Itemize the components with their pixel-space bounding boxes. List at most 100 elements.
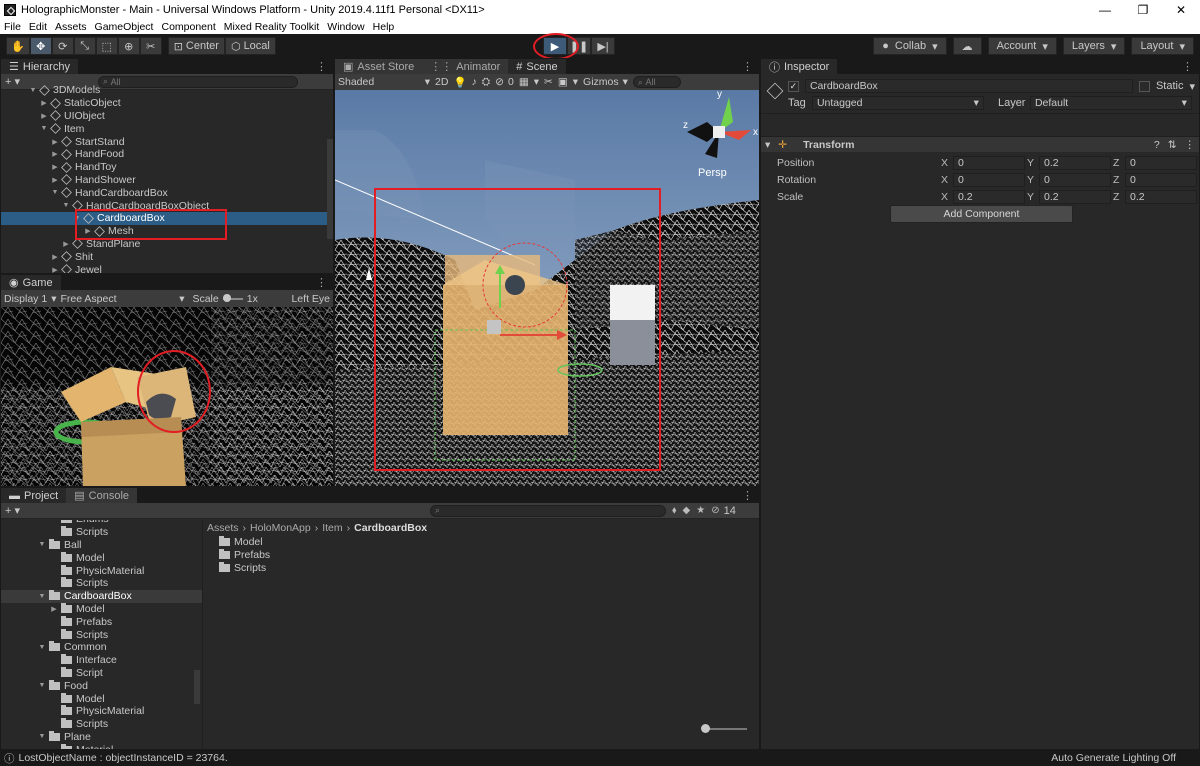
project-folder-item[interactable]: ▼ CardboardBox bbox=[1, 589, 202, 603]
tab-hierarchy[interactable]: ☰ Hierarchy bbox=[1, 59, 78, 74]
project-folder-item[interactable]: Scripts bbox=[1, 628, 202, 641]
breadcrumb-item[interactable]: Item bbox=[322, 522, 342, 534]
audio-icon[interactable]: ♪ bbox=[472, 76, 477, 88]
vector-x-field[interactable]: 0 bbox=[953, 172, 1025, 187]
vector-y-field[interactable]: 0 bbox=[1039, 172, 1111, 187]
minimize-icon[interactable]: — bbox=[1086, 3, 1124, 17]
help-icon[interactable]: ? bbox=[1154, 139, 1160, 151]
custom-tool-icon[interactable]: ✂ bbox=[139, 37, 162, 55]
transform-row-label[interactable]: Scale bbox=[777, 191, 941, 203]
vector-x-field[interactable]: 0 bbox=[953, 155, 1025, 170]
expand-down-icon[interactable]: ▼ bbox=[28, 87, 38, 94]
tab-project[interactable]: ▬ Project bbox=[1, 488, 67, 503]
expand-right-icon[interactable]: ▶ bbox=[39, 99, 49, 107]
vector-z-field[interactable]: 0 bbox=[1125, 172, 1197, 187]
tag-dropdown[interactable]: Untagged ▾ bbox=[811, 96, 984, 110]
hierarchy-item[interactable]: ▼ 3DModels bbox=[1, 84, 333, 97]
vector-y-field[interactable]: 0.2 bbox=[1039, 155, 1111, 170]
scale-tool-icon[interactable]: ⤡ bbox=[73, 37, 96, 55]
filter-label-icon[interactable]: ◆ bbox=[683, 505, 691, 516]
hierarchy-item[interactable]: ▶ HandShower bbox=[1, 174, 333, 187]
menu-window[interactable]: Window bbox=[323, 21, 368, 33]
vector-x-field[interactable]: 0.2 bbox=[953, 189, 1025, 204]
pivot-local-button[interactable]: ⬡ Local bbox=[224, 37, 276, 55]
lighting-icon[interactable]: 💡 bbox=[453, 76, 466, 89]
vector-z-field[interactable]: 0 bbox=[1125, 155, 1197, 170]
expand-right-icon[interactable]: ▶ bbox=[50, 176, 60, 184]
tab-animator[interactable]: ⋮⋮ Animator bbox=[422, 59, 509, 74]
pivot-center-button[interactable]: ⊡ Center bbox=[167, 37, 225, 55]
camera-icon[interactable]: ▣ bbox=[558, 76, 568, 88]
hierarchy-item[interactable]: ▶ HandToy bbox=[1, 161, 333, 174]
project-folder-item[interactable]: ▼ Plane bbox=[1, 730, 202, 744]
panel-menu-icon[interactable]: ⋮ bbox=[316, 276, 327, 289]
rotate-tool-icon[interactable]: ⟳ bbox=[51, 37, 74, 55]
menu-file[interactable]: File bbox=[0, 21, 25, 33]
grid-icon[interactable]: ▦ bbox=[519, 76, 529, 88]
axis-y-label[interactable]: Y bbox=[1027, 174, 1039, 186]
transform-row-label[interactable]: Rotation bbox=[777, 174, 941, 186]
filter-type-icon[interactable]: ⬧ bbox=[672, 505, 677, 516]
account-dropdown[interactable]: Account ▾ bbox=[987, 37, 1057, 55]
project-folder-item[interactable]: Model bbox=[1, 551, 202, 564]
menu-gameobject[interactable]: GameObject bbox=[91, 21, 158, 33]
panel-menu-icon[interactable]: ⋮ bbox=[316, 60, 327, 73]
axis-x-label[interactable]: X bbox=[941, 191, 953, 203]
rect-tool-icon[interactable]: ⬚ bbox=[95, 37, 118, 55]
expand-right-icon[interactable]: ▶ bbox=[50, 150, 60, 158]
transform-component-header[interactable]: ▾ ✛ Transform ? ⇅ ⋮ bbox=[761, 136, 1199, 152]
chevron-down-icon[interactable]: ▾ bbox=[1189, 80, 1195, 93]
expand-down-icon[interactable]: ▼ bbox=[50, 189, 60, 196]
icon-size-slider[interactable] bbox=[701, 724, 747, 733]
tab-asset-store[interactable]: ▣ Asset Store bbox=[335, 59, 423, 74]
layers-dropdown[interactable]: Layers ▾ bbox=[1062, 37, 1126, 55]
expand-right-icon[interactable]: ▶ bbox=[50, 253, 60, 261]
shading-dropdown[interactable]: Shaded ▾ bbox=[338, 76, 430, 88]
project-file-item[interactable]: Scripts bbox=[203, 561, 759, 575]
menu-edit[interactable]: Edit bbox=[25, 21, 51, 33]
menu-mixed-reality-toolkit[interactable]: Mixed Reality Toolkit bbox=[220, 21, 324, 33]
project-search-input[interactable]: ⌕ bbox=[430, 504, 667, 517]
expand-down-icon[interactable]: ▼ bbox=[37, 644, 47, 651]
project-folder-item[interactable]: Prefabs bbox=[1, 615, 202, 628]
hierarchy-item[interactable]: ▶ HandFood bbox=[1, 148, 333, 161]
eye-dropdown[interactable]: Left Eye bbox=[291, 293, 330, 305]
layout-dropdown[interactable]: Layout ▾ bbox=[1131, 37, 1194, 55]
move-tool-icon[interactable]: ✥ bbox=[29, 37, 52, 55]
menu-help[interactable]: Help bbox=[369, 21, 399, 33]
project-folder-item[interactable]: Scripts bbox=[1, 577, 202, 590]
axis-y-label[interactable]: Y bbox=[1027, 157, 1039, 169]
hierarchy-scrollbar[interactable] bbox=[327, 139, 333, 239]
hierarchy-item[interactable]: ▶ StartStand bbox=[1, 135, 333, 148]
project-folder-item[interactable]: ▼ Ball bbox=[1, 538, 202, 552]
hand-tool-icon[interactable]: ✋ bbox=[6, 37, 30, 55]
hierarchy-item[interactable]: ▼ Item bbox=[1, 122, 333, 135]
panel-menu-icon[interactable]: ⋮ bbox=[1182, 60, 1193, 73]
hidden-objects-toggle[interactable]: ⊘ 0 bbox=[495, 76, 514, 88]
step-button[interactable]: ▶| bbox=[591, 37, 615, 55]
effects-icon[interactable]: ⛭ bbox=[482, 76, 490, 89]
expand-right-icon[interactable]: ▶ bbox=[49, 605, 59, 613]
collab-button[interactable]: ● Collab ▾ bbox=[873, 37, 947, 55]
vector-y-field[interactable]: 0.2 bbox=[1039, 189, 1111, 204]
project-tree-scrollbar[interactable] bbox=[194, 670, 200, 704]
cloud-button[interactable]: ☁ bbox=[952, 37, 982, 55]
hidden-packages-toggle[interactable]: ⊘ 14 bbox=[711, 505, 736, 517]
hierarchy-item[interactable]: ▶ Shit bbox=[1, 250, 333, 263]
axis-z-label[interactable]: Z bbox=[1113, 174, 1125, 186]
create-plus-icon[interactable]: + ▾ bbox=[5, 504, 20, 517]
project-folder-item[interactable]: Model bbox=[1, 692, 202, 705]
axis-y-label[interactable]: Y bbox=[1027, 191, 1039, 203]
expand-right-icon[interactable]: ▶ bbox=[61, 240, 71, 248]
add-component-button[interactable]: Add Component bbox=[890, 205, 1073, 223]
chevron-down-icon[interactable]: ▾ bbox=[573, 76, 578, 88]
gizmos-dropdown[interactable]: Gizmos ▾ bbox=[583, 76, 628, 88]
project-folder-item[interactable]: Material bbox=[1, 743, 202, 749]
expand-down-icon[interactable]: ▼ bbox=[39, 125, 49, 132]
breadcrumb-assets[interactable]: Assets bbox=[207, 522, 239, 534]
status-message[interactable]: LostObjectName : objectInstanceID = 2376… bbox=[19, 752, 228, 764]
scale-slider[interactable] bbox=[222, 293, 243, 302]
expand-right-icon[interactable]: ▶ bbox=[39, 112, 49, 120]
expand-right-icon[interactable]: ▶ bbox=[50, 138, 60, 146]
panel-menu-icon[interactable]: ⋮ bbox=[742, 60, 753, 73]
